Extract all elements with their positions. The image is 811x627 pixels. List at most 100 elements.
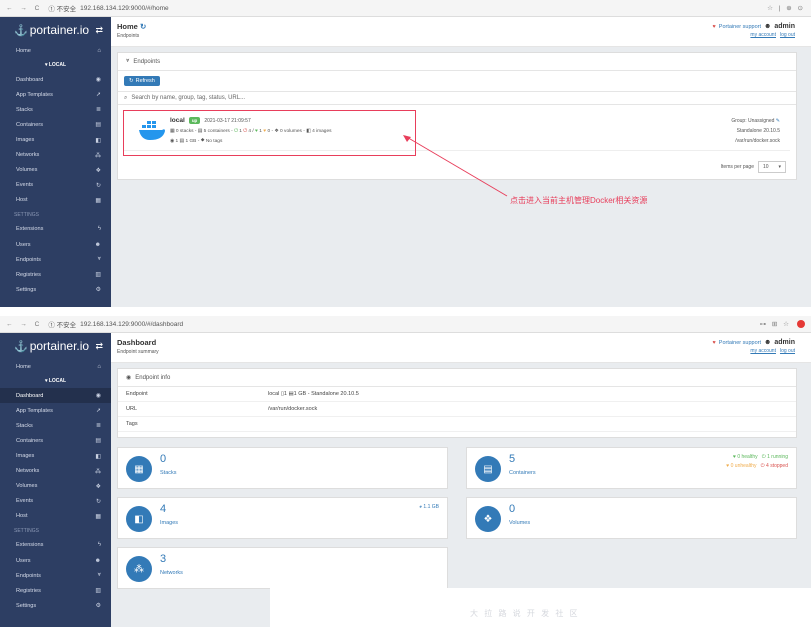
- user-icon: ☻: [764, 339, 772, 346]
- sidebar-item-endpoints[interactable]: Endpoints ⩔: [0, 252, 111, 267]
- refresh-button[interactable]: ↻ Refresh: [124, 76, 160, 86]
- sidebar-item-extensions[interactable]: Extensions ϟ: [0, 222, 111, 237]
- database-icon: ▥: [95, 588, 101, 595]
- sidebar-item-events[interactable]: Events ↻: [0, 494, 111, 509]
- insecure-indicator[interactable]: ① 不安全: [48, 319, 76, 329]
- volumes-count: 0: [509, 503, 516, 515]
- address-bar[interactable]: ① 不安全 192.168.134.129:9000/#/home: [48, 3, 761, 14]
- stacks-tile[interactable]: ▦ 0 Stacks: [117, 447, 448, 489]
- stacks-icon: ▦: [126, 456, 152, 482]
- containers-tile[interactable]: ▤ 5 Containers ♥ 0 healthy ⏻ 1 running ♥…: [466, 447, 797, 489]
- sidebar-item-extensions[interactable]: Extensions ϟ: [0, 538, 111, 553]
- log-out-link[interactable]: log out: [780, 348, 795, 354]
- plug-icon: ⩔: [97, 256, 101, 263]
- browser-tools[interactable]: ☆ | ⊕ ⊙: [767, 4, 805, 12]
- users-icon: ☻: [94, 241, 101, 248]
- sidebar-item-users[interactable]: Users ☻: [0, 553, 111, 568]
- url-text[interactable]: 192.168.134.129:9000/#/home: [80, 5, 169, 12]
- brand: ⚓ portainer.io ⇄: [0, 333, 111, 359]
- browser-nav-buttons[interactable]: ← → C: [6, 5, 42, 12]
- insecure-indicator[interactable]: ① 不安全: [48, 3, 76, 13]
- info-key: Endpoint: [126, 391, 148, 397]
- networks-icon: ⁂: [95, 468, 101, 475]
- sidebar-item-images[interactable]: Images ◧: [0, 448, 111, 463]
- log-out-link[interactable]: log out: [780, 32, 795, 38]
- sidebar-item-app-templates[interactable]: App Templates ➚: [0, 87, 111, 102]
- sidebar-item-volumes[interactable]: Volumes ❖: [0, 479, 111, 494]
- images-count: 4: [160, 503, 167, 515]
- containers-icon: ▤: [95, 438, 101, 445]
- edit-icon[interactable]: ✎: [776, 118, 780, 124]
- sidebar-item-label: Endpoints: [16, 256, 41, 263]
- sidebar-item-containers[interactable]: Containers ▤: [0, 117, 111, 132]
- networks-label: Networks: [160, 570, 183, 576]
- sidebar-item-stacks[interactable]: Stacks ≣: [0, 102, 111, 117]
- portainer-logo[interactable]: ⚓ portainer.io: [14, 23, 89, 37]
- sidebar-item-registries[interactable]: Registries ▥: [0, 583, 111, 598]
- images-label: Images: [160, 520, 179, 526]
- refresh-icon: ↻: [129, 78, 134, 84]
- user-icon: ☻: [764, 23, 772, 30]
- plug-icon: ⩔: [126, 58, 130, 64]
- portainer-crane-icon: ⚓: [14, 24, 28, 37]
- my-account-link[interactable]: my account: [750, 348, 776, 354]
- images-icon: ◧: [95, 137, 101, 144]
- dashboard-icon: ◉: [95, 393, 101, 400]
- items-per-page-select[interactable]: 10 ▾: [758, 161, 786, 173]
- sidebar-item-label: Stacks: [16, 106, 33, 113]
- browser-tools[interactable]: ⊶ ⊞ ☆: [760, 320, 791, 328]
- sidebar-item-host[interactable]: Host ▦: [0, 509, 111, 524]
- sidebar-item-settings[interactable]: Settings ⚙: [0, 598, 111, 613]
- sidebar-item-networks[interactable]: Networks ⁂: [0, 464, 111, 479]
- sidebar-item-label: App Templates: [16, 407, 53, 414]
- support-link[interactable]: Portainer support: [719, 340, 761, 346]
- home-icon: ⌂: [97, 47, 101, 54]
- containers-icon: ▤: [475, 456, 501, 482]
- sidebar-item-registries[interactable]: Registries ▥: [0, 267, 111, 282]
- portainer-logo[interactable]: ⚓ portainer.io: [14, 339, 89, 353]
- sidebar-item-host[interactable]: Host ▦: [0, 193, 111, 208]
- url-text[interactable]: 192.168.134.129:9000/#/dashboard: [80, 321, 183, 328]
- address-bar[interactable]: ① 不安全 192.168.134.129:9000/#/dashboard: [48, 319, 753, 330]
- pagination: Items per page 10 ▾: [721, 161, 786, 173]
- sidebar-item-settings[interactable]: Settings ⚙: [0, 282, 111, 297]
- annotation-arrow-icon: [403, 135, 508, 197]
- sidebar-item-home[interactable]: Home ⌂: [0, 43, 111, 58]
- logo-text: portainer.io: [29, 23, 90, 37]
- sidebar-toggle-icon[interactable]: ⇄: [95, 341, 103, 352]
- sidebar-item-dashboard[interactable]: Dashboard ◉: [0, 72, 111, 87]
- sidebar-item-containers[interactable]: Containers ▤: [0, 433, 111, 448]
- images-icon: ◧: [95, 453, 101, 460]
- sidebar-item-home[interactable]: Home ⌂: [0, 359, 111, 374]
- host-icon: ▦: [95, 197, 101, 204]
- sidebar-item-app-templates[interactable]: App Templates ➚: [0, 403, 111, 418]
- info-value: local ▯1 ▤1 GB - Standalone 20.10.5: [268, 391, 359, 397]
- images-tile[interactable]: ◧ 4 Images ◕ 1.1 GB: [117, 497, 448, 539]
- sidebar-item-networks[interactable]: Networks ⁂: [0, 148, 111, 163]
- bolt-icon: ϟ: [97, 542, 101, 549]
- endpoint-info-panel: ◉ Endpoint info Endpoint local ▯1 ▤1 GB - …: [117, 368, 797, 438]
- networks-tile[interactable]: ⁂ 3 Networks: [117, 547, 448, 589]
- containers-icon: ▤: [95, 122, 101, 129]
- search-input[interactable]: Search by name, group, tag, status, URL.…: [131, 95, 245, 101]
- volumes-tile[interactable]: ❖ 0 Volumes: [466, 497, 797, 539]
- sidebar-item-images[interactable]: Images ◧: [0, 132, 111, 147]
- support-link[interactable]: Portainer support: [719, 24, 761, 30]
- refresh-icon[interactable]: ↻: [140, 22, 146, 31]
- history-icon: ↻: [95, 182, 101, 189]
- sidebar-toggle-icon[interactable]: ⇄: [95, 25, 103, 36]
- my-account-link[interactable]: my account: [750, 32, 776, 38]
- info-row-endpoint: Endpoint local ▯1 ▤1 GB - Standalone 20.1…: [118, 387, 796, 402]
- sidebar-item-dashboard[interactable]: Dashboard ◉: [0, 388, 111, 404]
- sidebar-item-label: Registries: [16, 587, 41, 594]
- sidebar-item-label: Home: [16, 363, 31, 370]
- gear-icon: ⚙: [95, 287, 101, 294]
- record-icon[interactable]: [797, 320, 805, 328]
- browser-nav-buttons[interactable]: ← → C: [6, 321, 42, 328]
- sidebar-item-stacks[interactable]: Stacks ≣: [0, 418, 111, 433]
- sidebar-item-endpoints[interactable]: Endpoints ⩔: [0, 568, 111, 583]
- chevron-down-icon: ▾: [778, 164, 781, 170]
- sidebar-item-events[interactable]: Events ↻: [0, 178, 111, 193]
- sidebar-item-volumes[interactable]: Volumes ❖: [0, 163, 111, 178]
- sidebar-item-users[interactable]: Users ☻: [0, 237, 111, 252]
